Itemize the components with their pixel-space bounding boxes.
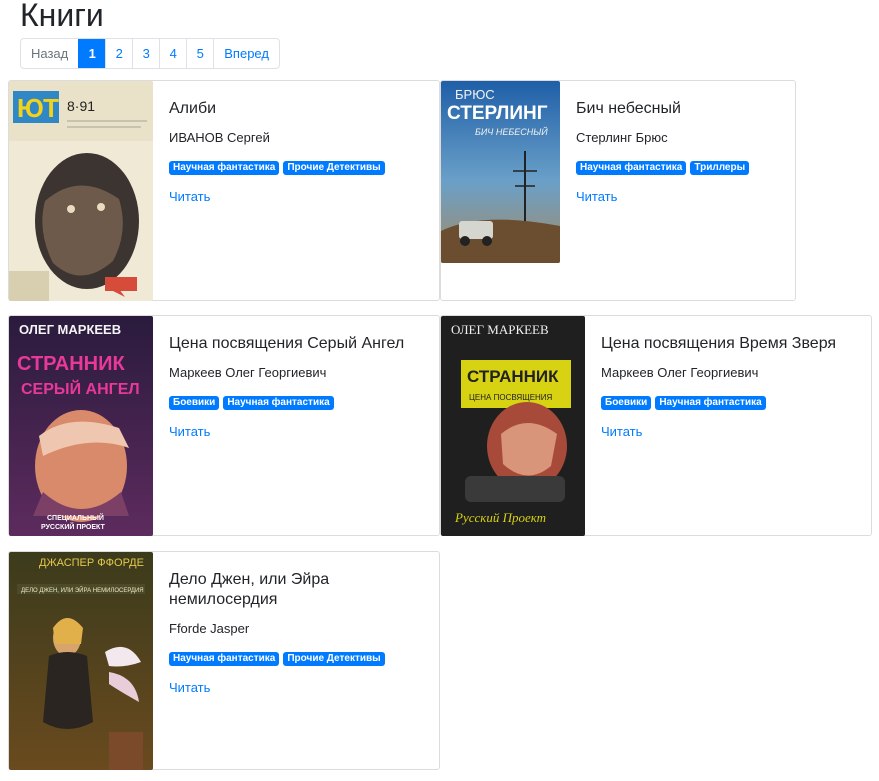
cover-label: Русский Проект <box>454 510 546 525</box>
read-link[interactable]: Читать <box>169 424 429 439</box>
book-title[interactable]: Цена посвящения Время Зверя <box>601 334 866 354</box>
read-link[interactable]: Читать <box>601 424 866 439</box>
read-link[interactable]: Читать <box>169 189 429 204</box>
genre-badge[interactable]: Прочие Детективы <box>283 161 385 175</box>
book-author: Fforde Jasper <box>169 621 250 636</box>
cover-author: ОЛЕГ МАРКЕЕВ <box>19 322 121 337</box>
book-card: ОЛЕГ МАРКЕЕВ СТРАННИК СЕРЫЙ АНГЕЛ СПЕЦИА… <box>8 315 440 536</box>
cover-brand: ЮТ <box>17 93 59 123</box>
next-page-link[interactable]: Вперед <box>213 39 279 68</box>
cover-author-first: БРЮС <box>455 87 495 102</box>
book-card: БРЮС СТЕРЛИНГ БИЧ НЕБЕСНЫЙ Бич небесный … <box>440 80 796 301</box>
cover-title: ДЕЛО ДЖЕН, ИЛИ ЭЙРА НЕМИЛОСЕРДИЯ <box>21 586 144 594</box>
prev-page-link[interactable]: Назад <box>21 39 78 68</box>
book-title[interactable]: Цена посвящения Серый Ангел <box>169 334 429 354</box>
genre-badge[interactable]: Боевики <box>601 396 652 410</box>
book-card: ЮТ 8·91 Алиби ИВАНОВ Сергей Научная фант… <box>8 80 440 301</box>
cover-author: ДЖАСПЕР ФФОРДЕ <box>39 557 144 569</box>
cover-series: СТРАННИК <box>467 367 559 386</box>
genre-badge[interactable]: Научная фантастика <box>169 652 280 666</box>
cover-issue: 8·91 <box>67 98 95 114</box>
genre-badge[interactable]: Научная фантастика <box>655 396 766 410</box>
cover-label: СПЕЦИАЛЬНЫЙ <box>47 513 104 522</box>
genre-badge[interactable]: Триллеры <box>690 161 750 175</box>
book-cover-image[interactable]: ОЛЕГ МАРКЕЕВ СТРАННИК СЕРЫЙ АНГЕЛ СПЕЦИА… <box>9 316 153 536</box>
read-link[interactable]: Читать <box>169 680 429 695</box>
genre-badge[interactable]: Научная фантастика <box>223 396 334 410</box>
page-link-2[interactable]: 2 <box>105 39 132 68</box>
cover-series: СТРАННИК <box>17 353 125 375</box>
cover-title: БИЧ НЕБЕСНЫЙ <box>475 126 548 137</box>
cover-author-last: СТЕРЛИНГ <box>447 103 548 124</box>
cover-title: ЦЕНА ПОСВЯЩЕНИЯ <box>469 393 553 402</box>
cover-title: СЕРЫЙ АНГЕЛ <box>21 379 140 398</box>
book-author: ИВАНОВ Сергей <box>169 130 270 145</box>
book-card: ОЛЕГ МАРКЕЕВ СТРАННИК ЦЕНА ПОСВЯЩЕНИЯ Ру… <box>440 315 872 536</box>
book-cover-image[interactable]: БРЮС СТЕРЛИНГ БИЧ НЕБЕСНЫЙ <box>441 81 560 263</box>
book-author: Маркеев Олег Георгиевич <box>601 365 759 380</box>
genre-badge[interactable]: Боевики <box>169 396 220 410</box>
pagination: Назад 1 2 3 4 5 Вперед <box>20 38 280 69</box>
book-title[interactable]: Дело Джен, или Эйра немилосердия <box>169 570 429 610</box>
book-cover-image[interactable]: ЮТ 8·91 <box>9 81 153 301</box>
genre-badge[interactable]: Научная фантастика <box>576 161 687 175</box>
page-link-1[interactable]: 1 <box>78 39 106 68</box>
book-cover-image[interactable]: ОЛЕГ МАРКЕЕВ СТРАННИК ЦЕНА ПОСВЯЩЕНИЯ Ру… <box>441 316 585 536</box>
book-card: ДЖАСПЕР ФФОРДЕ ДЕЛО ДЖЕН, ИЛИ ЭЙРА НЕМИЛ… <box>8 551 440 770</box>
cover-label: РУССКИЙ ПРОЕКТ <box>41 522 105 531</box>
genre-badge[interactable]: Научная фантастика <box>169 161 280 175</box>
book-author: Маркеев Олег Георгиевич <box>169 365 327 380</box>
book-cover-image[interactable]: ДЖАСПЕР ФФОРДЕ ДЕЛО ДЖЕН, ИЛИ ЭЙРА НЕМИЛ… <box>9 552 153 770</box>
page-link-5[interactable]: 5 <box>186 39 213 68</box>
read-link[interactable]: Читать <box>576 189 786 204</box>
page-link-4[interactable]: 4 <box>159 39 186 68</box>
book-title[interactable]: Алиби <box>169 99 429 119</box>
page-title: Книги <box>20 0 104 33</box>
page-link-3[interactable]: 3 <box>132 39 159 68</box>
book-author: Стерлинг Брюс <box>576 130 668 145</box>
book-title[interactable]: Бич небесный <box>576 99 786 119</box>
genre-badge[interactable]: Прочие Детективы <box>283 652 385 666</box>
cover-author: ОЛЕГ МАРКЕЕВ <box>451 322 549 337</box>
